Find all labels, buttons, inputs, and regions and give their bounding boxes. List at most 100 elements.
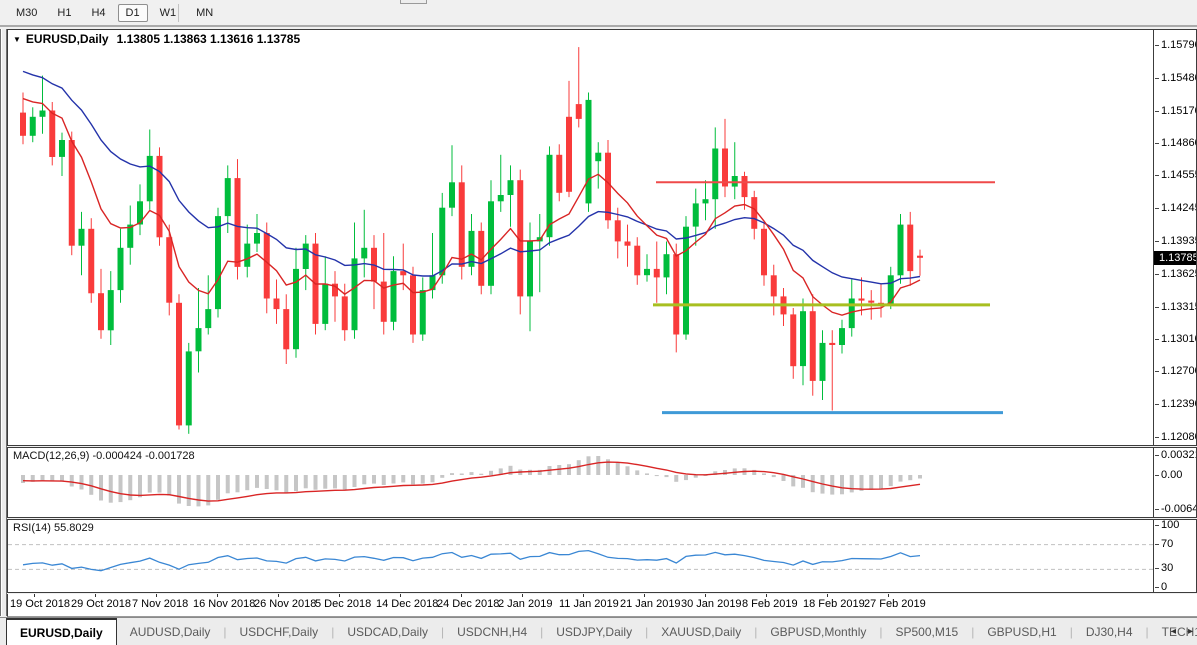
rsi-value: 55.8029 [54,522,94,534]
price-axis-label: 1.15790 [1154,39,1196,52]
date-axis-tick [156,594,157,597]
date-axis-tick [827,594,828,597]
current-price-tag: 1.13785 [1154,251,1196,265]
macd-label: MACD(12,26,9) -0.000424 -0.001728 [13,450,195,462]
date-axis-tick [400,594,401,597]
date-axis-label: 18 Feb 2019 [803,598,865,610]
rsi-canvas[interactable] [8,520,1153,592]
chart-tab-usdchf[interactable]: USDCHF,Daily [227,618,332,645]
date-axis-label: 8 Feb 2019 [742,598,798,610]
timeframe-button-mn[interactable]: MN [188,4,221,22]
date-axis-tick [766,594,767,597]
date-axis-label: 26 Nov 2018 [254,598,316,610]
rsi-line [23,551,920,571]
tab-scroll-right-icon[interactable]: ▸ [1188,626,1193,637]
chart-title: ▼ EURUSD,Daily 1.13805 1.13863 1.13616 1.1… [13,32,300,46]
price-axis-label: 1.13625 [1154,268,1196,281]
price-chart-plot[interactable]: ▼ EURUSD,Daily 1.13805 1.13863 1.13616 1.1… [8,30,1154,445]
date-axis-label: 30 Jan 2019 [681,598,742,610]
price-axis-label: 1.12080 [1154,431,1196,444]
macd-indicator-panel: MACD(12,26,9) -0.000424 -0.001728 0.0032… [7,447,1197,518]
date-axis-tick [888,594,889,597]
rsi-axis-label: 70 [1154,538,1173,551]
candlesticks [20,47,923,434]
timeframe-button-h4[interactable]: H4 [83,4,113,22]
tab-scroll-left-icon[interactable]: ◂ [1171,626,1176,637]
date-axis-tick [34,594,35,597]
macd-plot[interactable]: MACD(12,26,9) -0.000424 -0.001728 [8,448,1154,517]
macd-title: MACD(12,26,9) [13,450,89,462]
date-axis-label: 16 Nov 2018 [193,598,255,610]
rsi-axis-label: 30 [1154,562,1173,575]
rsi-axis-label: 0 [1154,581,1167,592]
date-axis[interactable]: 19 Oct 201829 Oct 20187 Nov 201816 Nov 2… [7,594,1197,617]
price-axis-label: 1.13315 [1154,301,1196,314]
date-axis-tick [461,594,462,597]
date-axis-label: 14 Dec 2018 [376,598,438,610]
rsi-level-lines [8,545,1153,570]
window-left-frame [0,29,7,616]
toolbar-remnant [400,0,427,4]
chart-tab-bar: EURUSD,DailyAUDUSD,Daily|USDCHF,Daily|US… [0,617,1197,645]
toolbar-separator [178,4,179,22]
chart-ohlc-values: 1.13805 1.13863 1.13616 1.13785 [117,32,301,46]
price-axis-label: 1.12390 [1154,398,1196,411]
timeframe-button-d1[interactable]: D1 [118,4,148,22]
macd-axis[interactable]: 0.0032160.00-0.006482 [1154,448,1196,517]
chart-tab-eurusd[interactable]: EURUSD,Daily [6,618,117,645]
chart-tab-gbpusd[interactable]: GBPUSD,Monthly [757,618,879,645]
chart-tab-dj30[interactable]: DJ30,H4 [1073,618,1146,645]
price-axis-label: 1.15480 [1154,72,1196,85]
rsi-plot[interactable]: RSI(14) 55.8029 [8,520,1154,592]
price-chart-canvas[interactable] [8,30,1153,445]
tab-scroll-controls: ◂ ▸ [1171,618,1193,645]
rsi-axis[interactable]: 100 70 30 0 [1154,520,1196,592]
chart-dropdown-icon[interactable]: ▼ [13,35,21,44]
rsi-title: RSI(14) [13,522,51,534]
mt4-trading-app: M30H1H4 D1W1MN ▼ EURUSD,Daily 1.13805 1.138… [0,0,1197,645]
price-axis[interactable]: 1.15790 1.15480 1.15170 1.14860 1.14555 1.142… [1154,30,1196,445]
chart-tab-sp500[interactable]: SP500,M15 [883,618,972,645]
chart-tab-gbpusd[interactable]: GBPUSD,H1 [974,618,1069,645]
macd-values: -0.000424 -0.001728 [92,450,194,462]
macd-axis-label: 0.00 [1154,469,1182,482]
date-axis-tick [339,594,340,597]
price-axis-label: 1.14860 [1154,137,1196,150]
chart-tab-usdjpy[interactable]: USDJPY,Daily [543,618,645,645]
chart-tab-usdcad[interactable]: USDCAD,Daily [334,618,441,645]
timeframe-button-w1[interactable]: W1 [152,4,185,22]
date-axis-tick [278,594,279,597]
price-axis-label: 1.12700 [1154,365,1196,378]
chart-tab-usdcnh[interactable]: USDCNH,H4 [444,618,540,645]
timeframe-button-h1[interactable]: H1 [49,4,79,22]
timeframe-button-group: M30H1H4 D1W1MN [6,0,223,22]
date-axis-label: 19 Oct 2018 [10,598,70,610]
date-axis-tick [644,594,645,597]
chart-tab-xauusd[interactable]: XAUUSD,Daily [648,618,754,645]
date-axis-tick [95,594,96,597]
date-axis-label: 7 Nov 2018 [132,598,188,610]
price-axis-label: 1.15170 [1154,105,1196,118]
date-axis-label: 2 Jan 2019 [498,598,552,610]
date-axis-tick [705,594,706,597]
timeframe-button-m30[interactable]: M30 [8,4,45,22]
macd-axis-label: 0.003216 [1154,449,1196,462]
rsi-label: RSI(14) 55.8029 [13,522,94,534]
chart-symbol-label: EURUSD,Daily [26,32,109,46]
rsi-axis-label: 100 [1154,520,1179,532]
date-axis-label: 21 Jan 2019 [620,598,681,610]
timeframe-toolbar: M30H1H4 D1W1MN [0,0,1197,27]
date-axis-label: 11 Jan 2019 [559,598,619,610]
date-axis-tick [583,594,584,597]
rsi-indicator-panel: RSI(14) 55.8029 100 70 30 0 [7,519,1197,593]
date-axis-tick [522,594,523,597]
price-axis-label: 1.14555 [1154,169,1196,182]
price-axis-label: 1.13935 [1154,235,1196,248]
price-axis-label: 1.14245 [1154,202,1196,215]
date-axis-label: 5 Dec 2018 [315,598,371,610]
price-axis-label: 1.13010 [1154,333,1196,346]
chart-tab-audusd[interactable]: AUDUSD,Daily [117,618,224,645]
main-chart-panel: ▼ EURUSD,Daily 1.13805 1.13863 1.13616 1.1… [7,29,1197,446]
date-axis-label: 27 Feb 2019 [864,598,926,610]
date-axis-label: 24 Dec 2018 [437,598,499,610]
